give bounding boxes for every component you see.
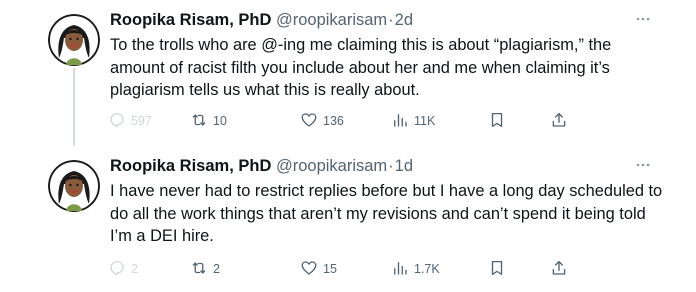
- timestamp[interactable]: 2d: [395, 11, 413, 29]
- retweet-button[interactable]: 10: [190, 110, 227, 132]
- avatar[interactable]: [48, 14, 100, 66]
- bookmark-button[interactable]: [488, 258, 506, 280]
- tweet[interactable]: Roopika Risam, PhD @roopikarisam·2d To t…: [0, 0, 696, 146]
- views-icon: [391, 259, 409, 280]
- separator-dot: ·: [388, 157, 394, 175]
- bookmark-button[interactable]: [488, 110, 506, 132]
- tweet-text: I have never had to restrict replies bef…: [110, 182, 663, 245]
- avatar[interactable]: [48, 160, 100, 212]
- bookmark-icon: [488, 259, 506, 280]
- more-icon[interactable]: [634, 10, 652, 28]
- author-handle[interactable]: @roopikarisam: [276, 11, 387, 29]
- tweet-actions: 2 2 15 1.7K: [104, 258, 584, 280]
- bookmark-icon: [488, 111, 506, 132]
- reply-count: 597: [131, 114, 152, 128]
- views-count: 1.7K: [414, 262, 440, 276]
- like-button[interactable]: 136: [300, 110, 344, 132]
- views-button[interactable]: 11K: [391, 110, 435, 132]
- share-icon: [550, 259, 568, 280]
- author-handle[interactable]: @roopikarisam: [276, 157, 387, 175]
- like-count: 136: [323, 114, 344, 128]
- tweet[interactable]: Roopika Risam, PhD @roopikarisam·1d I ha…: [0, 146, 696, 292]
- timestamp[interactable]: 1d: [395, 157, 413, 175]
- reply-count: 2: [131, 262, 138, 276]
- retweet-count: 10: [213, 114, 227, 128]
- views-count: 11K: [414, 114, 436, 128]
- reply-button[interactable]: 597: [108, 110, 152, 132]
- tweet-header: Roopika Risam, PhD @roopikarisam·1d: [110, 155, 636, 177]
- retweet-count: 2: [213, 262, 220, 276]
- reply-icon: [108, 111, 126, 132]
- more-icon[interactable]: [634, 156, 652, 174]
- retweet-icon: [190, 111, 208, 132]
- tweet-actions: 597 10 136 11K: [104, 110, 584, 132]
- like-icon: [300, 111, 318, 132]
- share-icon: [550, 111, 568, 132]
- like-icon: [300, 259, 318, 280]
- reply-icon: [108, 259, 126, 280]
- retweet-button[interactable]: 2: [190, 258, 220, 280]
- share-button[interactable]: [550, 110, 568, 132]
- like-count: 15: [323, 262, 337, 276]
- author-name[interactable]: Roopika Risam, PhD: [110, 11, 271, 29]
- views-icon: [391, 111, 409, 132]
- views-button[interactable]: 1.7K: [391, 258, 440, 280]
- share-button[interactable]: [550, 258, 568, 280]
- tweet-text: To the trolls who are @-ing me claiming …: [110, 36, 612, 99]
- tweet-header: Roopika Risam, PhD @roopikarisam·2d: [110, 9, 636, 31]
- separator-dot: ·: [388, 11, 394, 29]
- author-name[interactable]: Roopika Risam, PhD: [110, 157, 271, 175]
- like-button[interactable]: 15: [300, 258, 337, 280]
- reply-button[interactable]: 2: [108, 258, 138, 280]
- retweet-icon: [190, 259, 208, 280]
